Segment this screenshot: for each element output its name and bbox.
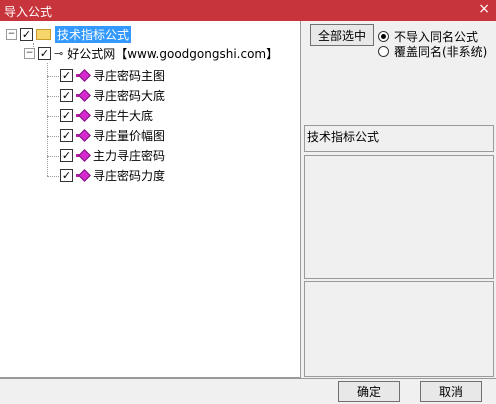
title-bar: 导入公式 × bbox=[0, 0, 496, 21]
formula-icon bbox=[76, 168, 91, 182]
item-checkbox[interactable]: ✓ bbox=[60, 128, 73, 142]
item-label[interactable]: 寻庄量价幅图 bbox=[93, 127, 165, 144]
tree-item[interactable]: ✓ 寻庄牛大底 bbox=[60, 106, 153, 124]
key-icon: ⊸ bbox=[54, 46, 64, 60]
ok-button[interactable]: 确定 bbox=[338, 381, 400, 402]
folder-icon bbox=[36, 28, 51, 40]
close-icon[interactable]: × bbox=[478, 1, 490, 17]
radio-overwrite-label: 覆盖同名(非系统) bbox=[394, 45, 488, 59]
item-checkbox[interactable]: ✓ bbox=[60, 88, 73, 102]
item-checkbox[interactable]: ✓ bbox=[60, 168, 73, 182]
collapse-icon[interactable]: − bbox=[6, 28, 17, 40]
divider bbox=[0, 378, 496, 379]
root-label[interactable]: 技术指标公式 bbox=[55, 25, 132, 43]
tree-connector bbox=[47, 156, 59, 157]
tree-node-source[interactable]: − ✓ ⊸ 好公式网【www.goodgongshi.com】 bbox=[24, 44, 278, 62]
source-checkbox[interactable]: ✓ bbox=[38, 46, 51, 60]
formula-tree[interactable]: − ✓ 技术指标公式 − ✓ ⊸ 好公式网【www.goodgongshi.co… bbox=[0, 21, 301, 378]
item-label[interactable]: 寻庄密码主图 bbox=[93, 67, 165, 84]
tree-item[interactable]: ✓ 寻庄密码力度 bbox=[60, 166, 165, 184]
radio-overwrite-same-name[interactable]: 覆盖同名(非系统) bbox=[378, 43, 487, 60]
description-box bbox=[304, 155, 494, 279]
item-checkbox[interactable]: ✓ bbox=[60, 68, 73, 82]
tree-connector bbox=[47, 76, 59, 77]
detail-box bbox=[304, 281, 494, 377]
tree-item[interactable]: ✓ 主力寻庄密码 bbox=[60, 146, 165, 164]
category-box: 技术指标公式 bbox=[304, 125, 494, 152]
formula-icon bbox=[76, 108, 91, 122]
radio-button[interactable] bbox=[378, 46, 389, 57]
item-checkbox[interactable]: ✓ bbox=[60, 148, 73, 162]
tree-item[interactable]: ✓ 寻庄量价幅图 bbox=[60, 126, 165, 144]
root-checkbox[interactable]: ✓ bbox=[20, 27, 33, 41]
select-all-button[interactable]: 全部选中 bbox=[310, 24, 374, 46]
window-title: 导入公式 bbox=[4, 5, 53, 19]
item-checkbox[interactable]: ✓ bbox=[60, 108, 73, 122]
radio-button[interactable] bbox=[378, 31, 389, 42]
tree-node-root[interactable]: − ✓ 技术指标公式 bbox=[6, 25, 132, 43]
tree-connector bbox=[47, 116, 59, 117]
formula-icon bbox=[76, 88, 91, 102]
tree-item[interactable]: ✓ 寻庄密码主图 bbox=[60, 66, 165, 84]
tree-connector bbox=[47, 176, 59, 177]
formula-icon bbox=[76, 128, 91, 142]
formula-icon bbox=[76, 148, 91, 162]
item-label[interactable]: 寻庄牛大底 bbox=[93, 107, 153, 124]
formula-icon bbox=[76, 68, 91, 82]
item-label[interactable]: 寻庄密码力度 bbox=[93, 167, 165, 184]
tree-connector bbox=[47, 63, 48, 176]
cancel-button[interactable]: 取消 bbox=[420, 381, 482, 402]
tree-item[interactable]: ✓ 寻庄密码大底 bbox=[60, 86, 165, 104]
tree-connector bbox=[47, 136, 59, 137]
collapse-icon[interactable]: − bbox=[24, 47, 35, 59]
category-label: 技术指标公式 bbox=[307, 130, 380, 144]
item-label[interactable]: 主力寻庄密码 bbox=[93, 147, 165, 164]
tree-connector bbox=[47, 96, 59, 97]
item-label[interactable]: 寻庄密码大底 bbox=[93, 87, 165, 104]
source-label[interactable]: 好公式网【www.goodgongshi.com】 bbox=[67, 45, 278, 62]
options-pane: 全部选中 不导入同名公式 覆盖同名(非系统) 技术指标公式 bbox=[302, 21, 496, 377]
